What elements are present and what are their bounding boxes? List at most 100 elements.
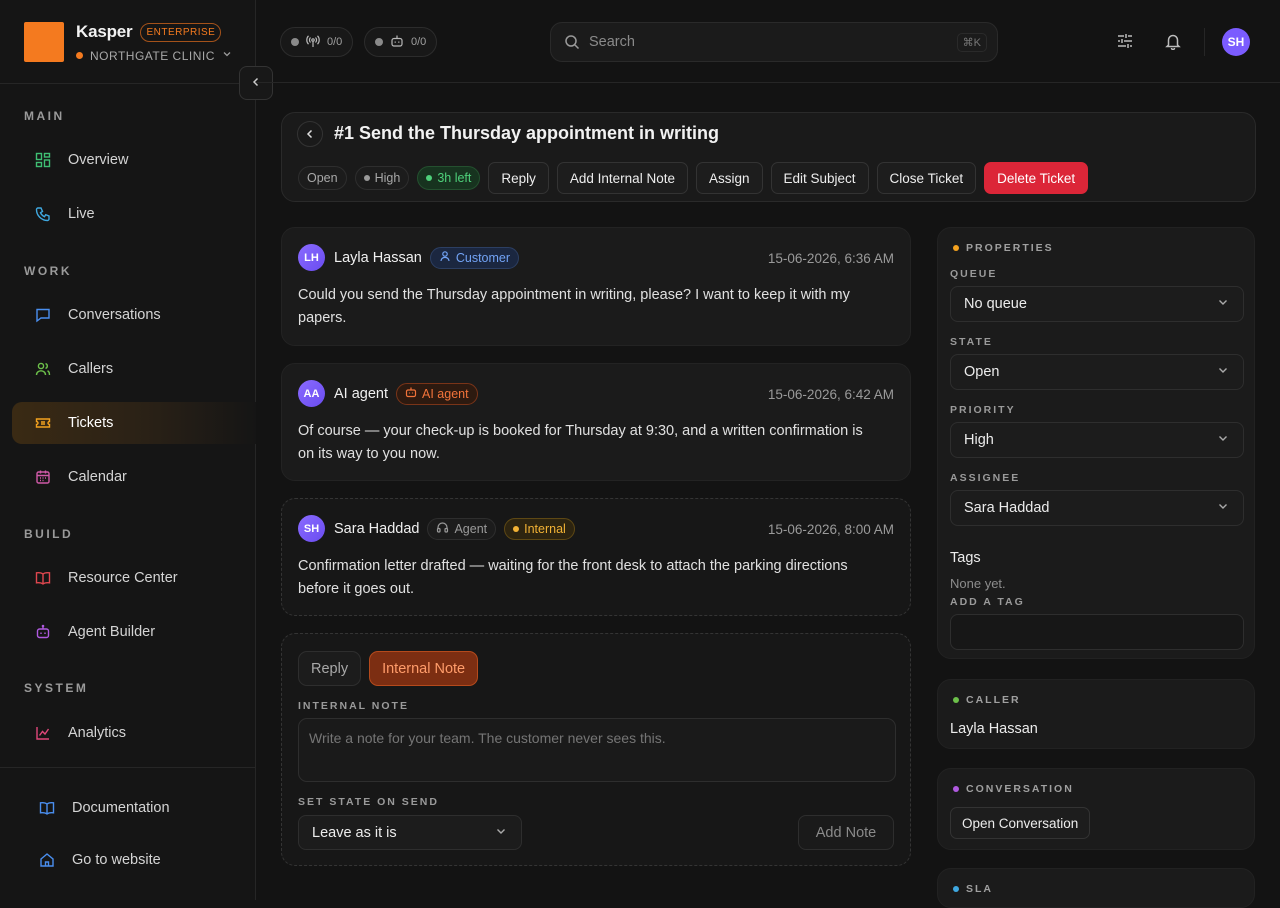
org-switcher[interactable]: NORTHGATE CLINIC bbox=[76, 48, 233, 63]
filters-icon[interactable] bbox=[1114, 30, 1136, 52]
footer-link-documentation[interactable]: Documentation bbox=[16, 787, 260, 829]
search-bar[interactable]: Search ⌘K bbox=[550, 22, 998, 62]
conversation-header: CONVERSATION bbox=[953, 783, 1074, 795]
search-input[interactable]: Search bbox=[589, 34, 635, 50]
caller-name[interactable]: Layla Hassan bbox=[950, 721, 1038, 737]
sidebar-item-conversations[interactable]: Conversations bbox=[12, 294, 256, 336]
org-status-dot bbox=[76, 52, 83, 59]
delete-ticket-button[interactable]: Delete Ticket bbox=[984, 162, 1089, 194]
priority-value: High bbox=[964, 432, 994, 448]
footer-link-website[interactable]: Go to website bbox=[16, 839, 260, 881]
live-calls-count: 0/0 bbox=[327, 36, 343, 48]
sidebar-item-overview[interactable]: Overview bbox=[12, 139, 256, 181]
sla-header: SLA bbox=[953, 883, 993, 895]
sidebar-item-tickets[interactable]: Tickets bbox=[12, 402, 256, 444]
message-body: Of course — your check-up is booked for … bbox=[298, 423, 863, 462]
divider bbox=[0, 83, 256, 84]
internal-note-card: SH Sara Haddad Agent Internal 15-06-2026… bbox=[281, 498, 911, 616]
reply-button[interactable]: Reply bbox=[488, 162, 549, 194]
conversation-panel: CONVERSATION Open Conversation bbox=[937, 768, 1255, 850]
add-tag-label: ADD A TAG bbox=[950, 596, 1025, 608]
footer-link-label: Documentation bbox=[72, 800, 170, 816]
search-shortcut: ⌘K bbox=[956, 32, 987, 52]
back-button[interactable] bbox=[297, 121, 323, 147]
sla-panel: SLA bbox=[937, 868, 1255, 908]
add-tag-input[interactable] bbox=[950, 614, 1244, 650]
assignee-select[interactable]: Sara Haddad bbox=[950, 490, 1244, 526]
message-timestamp: 15-06-2026, 6:42 AM bbox=[767, 387, 894, 402]
message-body: Confirmation letter drafted — waiting fo… bbox=[298, 558, 848, 597]
book-icon bbox=[33, 568, 53, 588]
brand[interactable]: Kasper ENTERPRISE NORTHGATE CLINIC bbox=[24, 22, 233, 63]
chevron-down-icon bbox=[1217, 364, 1229, 380]
sidebar-item-analytics[interactable]: Analytics bbox=[12, 712, 256, 754]
author-name: AI agent bbox=[334, 385, 389, 402]
state-value: Open bbox=[964, 364, 1000, 380]
state-select[interactable]: Open bbox=[950, 354, 1244, 390]
tags-empty: None yet. bbox=[950, 576, 1006, 591]
add-internal-note-button[interactable]: Add Internal Note bbox=[556, 162, 688, 194]
open-conversation-button[interactable]: Open Conversation bbox=[950, 807, 1091, 839]
assign-button[interactable]: Assign bbox=[695, 162, 763, 194]
phone-icon bbox=[33, 204, 53, 224]
sidebar-item-agent-builder[interactable]: Agent Builder bbox=[12, 611, 256, 653]
ticket-header: #1 Send the Thursday appointment in writ… bbox=[281, 112, 1256, 202]
role-badge: Customer bbox=[429, 246, 520, 269]
state-select-value: Leave as it is bbox=[312, 824, 397, 841]
divider bbox=[1204, 28, 1205, 56]
book-open-icon bbox=[37, 798, 57, 818]
ai-agents-indicator[interactable]: 0/0 bbox=[364, 27, 438, 57]
sidebar: Kasper ENTERPRISE NORTHGATE CLINIC MAIN … bbox=[0, 0, 256, 900]
sidebar-item-label: Live bbox=[68, 206, 95, 222]
bell-icon[interactable] bbox=[1162, 30, 1184, 52]
chevron-down-icon bbox=[1217, 432, 1229, 448]
chevron-down-icon bbox=[221, 48, 233, 63]
sidebar-item-resource-center[interactable]: Resource Center bbox=[12, 557, 256, 599]
sidebar-item-calendar[interactable]: Calendar bbox=[12, 456, 256, 498]
avatar: SH bbox=[298, 515, 325, 542]
chevron-left-icon bbox=[305, 126, 315, 142]
section-system: SYSTEM bbox=[24, 681, 89, 695]
state-label: STATE bbox=[950, 336, 993, 348]
tab-internal-note[interactable]: Internal Note bbox=[369, 651, 479, 686]
tags-heading: Tags bbox=[950, 550, 981, 566]
calendar-icon bbox=[33, 467, 53, 487]
priority-select[interactable]: High bbox=[950, 422, 1244, 458]
divider bbox=[0, 767, 256, 768]
section-main: MAIN bbox=[24, 109, 65, 123]
topbar: 0/0 0/0 Search ⌘K SH bbox=[256, 0, 1280, 83]
ticket-title: #1 Send the Thursday appointment in writ… bbox=[334, 123, 720, 143]
chat-icon bbox=[33, 305, 53, 325]
note-input[interactable] bbox=[298, 718, 896, 782]
home-icon bbox=[37, 850, 57, 870]
sidebar-item-live[interactable]: Live bbox=[12, 193, 256, 235]
edit-subject-button[interactable]: Edit Subject bbox=[770, 162, 869, 194]
avatar: LH bbox=[298, 244, 325, 271]
message-timestamp: 15-06-2026, 6:36 AM bbox=[767, 251, 894, 266]
chevron-down-icon bbox=[495, 825, 507, 841]
brand-name: Kasper bbox=[76, 22, 133, 41]
queue-label: QUEUE bbox=[950, 268, 998, 280]
chart-icon bbox=[33, 723, 53, 743]
priority-label: PRIORITY bbox=[950, 404, 1016, 416]
role-badge: Agent bbox=[427, 517, 497, 540]
live-calls-indicator[interactable]: 0/0 bbox=[280, 27, 354, 57]
caller-panel: CALLER Layla Hassan bbox=[937, 679, 1255, 749]
priority-badge: High bbox=[354, 166, 410, 190]
tab-reply[interactable]: Reply bbox=[298, 651, 362, 686]
user-avatar[interactable]: SH bbox=[1222, 28, 1250, 56]
sidebar-item-label: Conversations bbox=[68, 307, 161, 323]
queue-select[interactable]: No queue bbox=[950, 286, 1244, 322]
bot-icon bbox=[33, 622, 53, 642]
sidebar-item-callers[interactable]: Callers bbox=[12, 348, 256, 390]
ai-agents-count: 0/0 bbox=[411, 36, 427, 48]
queue-value: No queue bbox=[964, 296, 1027, 312]
footer-link-label: Go to website bbox=[72, 852, 161, 868]
org-name: NORTHGATE CLINIC bbox=[90, 48, 215, 63]
close-ticket-button[interactable]: Close Ticket bbox=[876, 162, 977, 194]
properties-header: PROPERTIES bbox=[953, 242, 1054, 254]
state-select[interactable]: Leave as it is bbox=[298, 815, 522, 850]
section-work: WORK bbox=[24, 264, 72, 278]
add-note-button[interactable]: Add Note bbox=[798, 815, 894, 850]
sidebar-item-label: Agent Builder bbox=[68, 624, 156, 640]
